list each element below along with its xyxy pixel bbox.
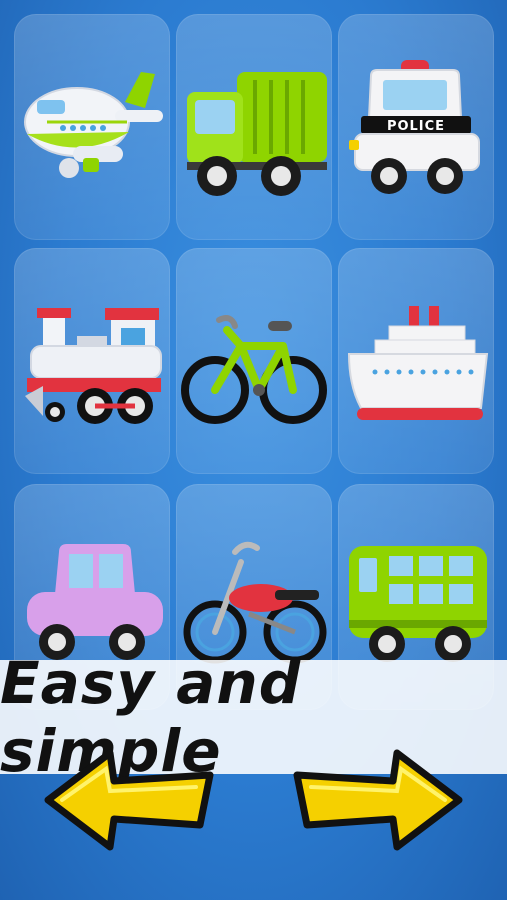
airplane-tile[interactable] bbox=[14, 14, 170, 240]
cruise-ship-icon bbox=[347, 306, 489, 420]
police-label: POLICE bbox=[387, 119, 445, 134]
police-car-tile[interactable]: POLICE bbox=[338, 14, 494, 240]
steam-train-icon bbox=[25, 308, 162, 424]
ship-tile[interactable] bbox=[338, 248, 494, 474]
garbage-truck-icon bbox=[187, 72, 327, 196]
right-arrow-icon[interactable] bbox=[287, 745, 467, 855]
police-car-icon: POLICE bbox=[349, 60, 480, 194]
vehicle-grid: POLICE bbox=[0, 0, 507, 710]
train-tile[interactable] bbox=[14, 248, 170, 474]
left-arrow-icon[interactable] bbox=[40, 745, 220, 855]
bicycle-tile[interactable] bbox=[176, 248, 332, 474]
garbage-truck-tile[interactable] bbox=[176, 14, 332, 240]
airplane-icon bbox=[24, 72, 163, 178]
bicycle-icon bbox=[181, 315, 327, 424]
